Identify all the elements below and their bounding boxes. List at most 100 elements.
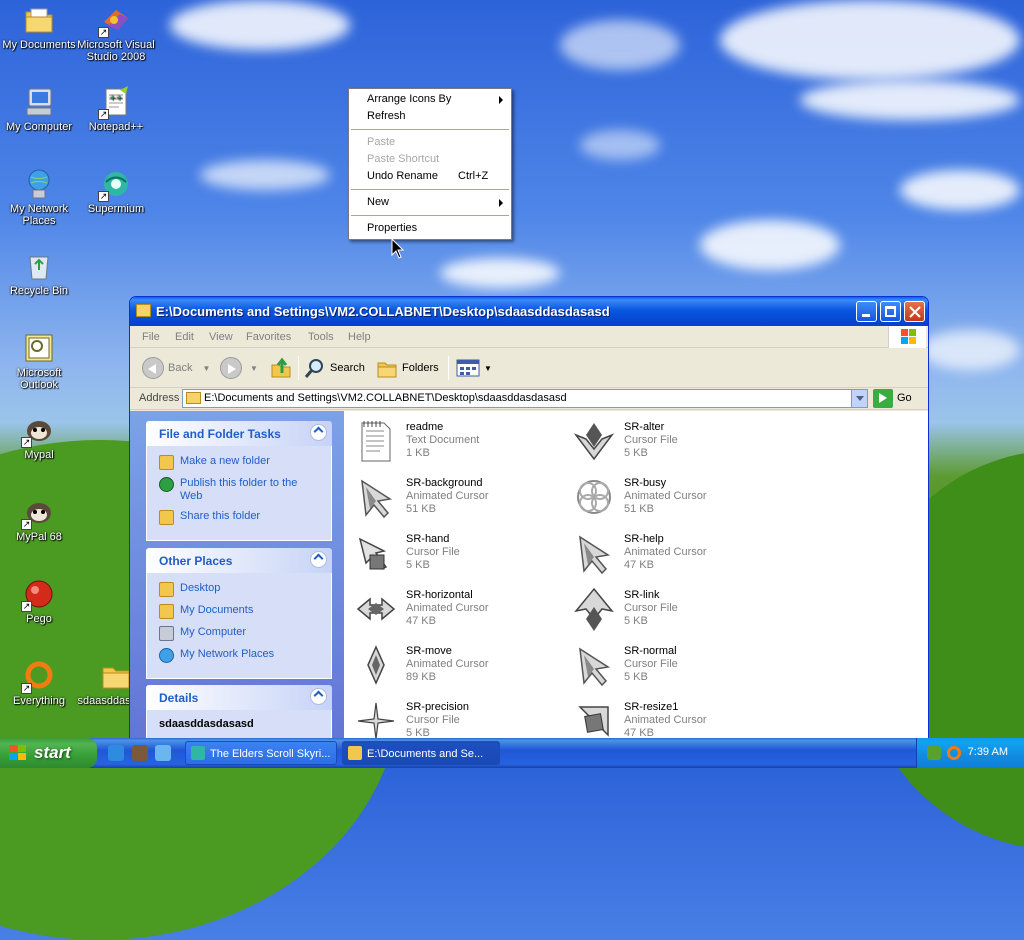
- desktop-icon-pego[interactable]: ↗ Pego: [0, 578, 78, 625]
- shortcut-arrow-icon: ↗: [98, 109, 109, 120]
- up-folder-button[interactable]: [270, 357, 292, 379]
- collapse-chevron-icon[interactable]: [310, 551, 327, 568]
- place-my-network-places[interactable]: My Network Places: [159, 648, 321, 663]
- visual-studio-icon: ↗: [98, 4, 132, 38]
- quicklaunch-media-icon[interactable]: [155, 745, 171, 761]
- folders-icon: [377, 362, 397, 378]
- explorer-body: File and Folder Tasks Make a new folder …: [130, 411, 928, 741]
- go-arrow-icon[interactable]: [873, 389, 893, 408]
- forward-button[interactable]: ▼: [220, 357, 258, 379]
- menu-item-arrange-icons-by[interactable]: Arrange Icons By: [349, 91, 511, 108]
- desktop-icon-everything[interactable]: ↗ Everything: [0, 660, 78, 707]
- place-my-computer[interactable]: My Computer: [159, 626, 321, 641]
- start-button[interactable]: start: [0, 738, 97, 768]
- toolbar-separator: [448, 356, 449, 380]
- task-make-new-folder[interactable]: Make a new folder: [159, 455, 321, 470]
- dropdown-arrow-icon: ▼: [250, 363, 258, 373]
- file-item[interactable]: SR-link Cursor File 5 KB: [568, 585, 778, 637]
- address-dropdown-button[interactable]: [851, 390, 867, 407]
- submenu-arrow-icon: [499, 199, 503, 207]
- toolbar-separator: [298, 356, 299, 380]
- go-button[interactable]: Go: [897, 392, 912, 404]
- close-button[interactable]: [904, 301, 925, 322]
- file-item[interactable]: readme Text Document 1 KB: [350, 417, 560, 469]
- quicklaunch-mypal-icon[interactable]: [132, 745, 148, 761]
- panel-header[interactable]: Details: [146, 685, 332, 710]
- menu-separator: [351, 215, 509, 216]
- menu-help[interactable]: Help: [348, 331, 371, 343]
- file-item[interactable]: SR-background Animated Cursor 51 KB: [350, 473, 560, 525]
- desktop-context-menu: Arrange Icons By Refresh Paste Paste Sho…: [348, 88, 512, 240]
- tray-everything-icon[interactable]: [947, 746, 961, 760]
- menu-item-paste-shortcut: Paste Shortcut: [367, 153, 440, 165]
- desktop-icon-mypal[interactable]: ↗ Mypal: [0, 414, 78, 461]
- desktop-icon-visual-studio[interactable]: ↗ Microsoft Visual Studio 2008: [77, 4, 155, 63]
- taskbar-task-browser[interactable]: The Elders Scroll Skyri...: [185, 741, 337, 765]
- desktop-icon-mypal-68[interactable]: ↗ MyPal 68: [0, 496, 78, 543]
- window-titlebar[interactable]: E:\Documents and Settings\VM2.COLLABNET\…: [130, 297, 928, 326]
- cursor-file-icon: [358, 537, 388, 570]
- file-item[interactable]: SR-move Animated Cursor 89 KB: [350, 641, 560, 693]
- task-publish-folder[interactable]: Publish this folder to the Web: [159, 477, 321, 503]
- views-button[interactable]: ▼: [456, 357, 492, 379]
- taskbar-task-explorer[interactable]: E:\Documents and Se...: [342, 741, 500, 765]
- menu-item-properties[interactable]: Properties: [349, 220, 511, 237]
- collapse-chevron-icon[interactable]: [310, 688, 327, 705]
- folders-button[interactable]: Folders: [376, 357, 439, 379]
- panel-header[interactable]: File and Folder Tasks: [146, 421, 332, 446]
- tray-network-icon[interactable]: [927, 746, 941, 760]
- my-documents-icon: [159, 604, 174, 619]
- menu-tools[interactable]: Tools: [308, 331, 334, 343]
- file-item[interactable]: SR-normal Cursor File 5 KB: [568, 641, 778, 693]
- mypal-icon: ↗: [21, 414, 55, 448]
- shortcut-arrow-icon: ↗: [98, 27, 109, 38]
- file-item[interactable]: SR-busy Animated Cursor 51 KB: [568, 473, 778, 525]
- menu-item-undo-rename[interactable]: Undo Rename Ctrl+Z: [349, 168, 511, 185]
- file-list: readme Text Document 1 KB SR-background …: [344, 411, 928, 741]
- search-icon: [304, 359, 323, 378]
- menu-view[interactable]: View: [209, 331, 233, 343]
- menu-edit[interactable]: Edit: [175, 331, 194, 343]
- desktop-icon-network-places[interactable]: My Network Places: [0, 168, 78, 227]
- desktop-folder-icon: [159, 582, 174, 597]
- panel-header[interactable]: Other Places: [146, 548, 332, 573]
- address-label: Address: [139, 392, 180, 404]
- dropdown-arrow-icon: ▼: [202, 363, 211, 373]
- place-my-documents[interactable]: My Documents: [159, 604, 321, 619]
- menu-item-paste: Paste: [367, 136, 396, 148]
- quicklaunch-ie-icon[interactable]: [108, 745, 124, 761]
- menu-item-new[interactable]: New: [349, 194, 511, 211]
- desktop-icon-my-computer[interactable]: My Computer: [0, 86, 78, 133]
- standard-toolbar: Back ▼ ▼ Search Folders ▼: [130, 348, 928, 388]
- menu-file[interactable]: File: [142, 331, 160, 343]
- place-desktop[interactable]: Desktop: [159, 582, 321, 597]
- task-share-folder[interactable]: Share this folder: [159, 510, 321, 525]
- file-item[interactable]: SR-help Animated Cursor 47 KB: [568, 529, 778, 581]
- file-item[interactable]: SR-hand Cursor File 5 KB: [350, 529, 560, 581]
- collapse-chevron-icon[interactable]: [310, 424, 327, 441]
- desktop-icon-recycle-bin[interactable]: Recycle Bin: [0, 250, 78, 297]
- file-item[interactable]: SR-resize1 Animated Cursor 47 KB: [568, 697, 778, 741]
- menu-item-refresh[interactable]: Refresh: [349, 108, 511, 125]
- menu-favorites[interactable]: Favorites: [246, 331, 291, 343]
- other-places-panel: Other Places Desktop My Documents My Com…: [146, 548, 332, 679]
- move-cursor-icon: [367, 645, 385, 685]
- file-item[interactable]: SR-horizontal Animated Cursor 47 KB: [350, 585, 560, 637]
- file-folder-tasks-panel: File and Folder Tasks Make a new folder …: [146, 421, 332, 541]
- desktop-icon-my-documents[interactable]: My Documents: [0, 4, 78, 51]
- minimize-button[interactable]: [856, 301, 877, 322]
- address-input[interactable]: E:\Documents and Settings\VM2.COLLABNET\…: [182, 389, 868, 408]
- menu-separator: [351, 129, 509, 130]
- new-folder-icon: [159, 455, 174, 470]
- shortcut-arrow-icon: ↗: [98, 191, 109, 202]
- search-button[interactable]: Search: [304, 357, 365, 379]
- desktop-icon-notepad-plus-plus[interactable]: ++ ↗ Notepad++: [77, 86, 155, 133]
- file-item[interactable]: SR-precision Cursor File 5 KB: [350, 697, 560, 741]
- desktop-icon-outlook[interactable]: Microsoft Outlook: [0, 332, 78, 391]
- menu-separator: [351, 189, 509, 190]
- desktop-icon-supermium[interactable]: ↗ Supermium: [77, 168, 155, 215]
- clock[interactable]: 7:39 AM: [968, 746, 1008, 758]
- back-button[interactable]: Back ▼: [142, 357, 210, 379]
- maximize-button[interactable]: [880, 301, 901, 322]
- file-item[interactable]: SR-alter Cursor File 5 KB: [568, 417, 778, 469]
